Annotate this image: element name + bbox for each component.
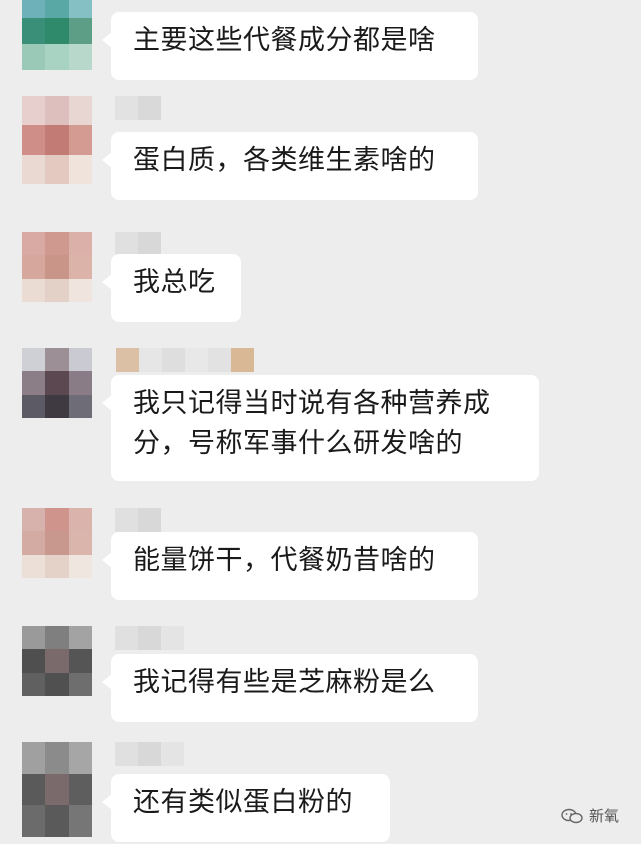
message-text: 我记得有些是芝麻粉是么 (133, 667, 436, 698)
message-bubble[interactable]: 能量饼干，代餐奶昔啥的 (102, 532, 478, 600)
message-bubble[interactable]: 我记得有些是芝麻粉是么 (102, 654, 478, 722)
sender-name (115, 508, 161, 532)
sender-name (115, 232, 161, 256)
message-bubble[interactable]: 主要这些代餐成分都是啥 (102, 12, 478, 80)
message-text: 主要这些代餐成分都是啥 (133, 25, 436, 56)
avatar[interactable] (22, 0, 92, 70)
sender-name (115, 626, 184, 650)
message-text: 我只记得当时说有各种营养成分，号称军事什么研发啥的 (133, 388, 491, 459)
message-text: 我总吃 (133, 267, 216, 298)
sender-name (115, 742, 184, 766)
message-bubble[interactable]: 我只记得当时说有各种营养成分，号称军事什么研发啥的 (102, 375, 539, 481)
sender-name (115, 96, 161, 120)
message-text: 蛋白质，各类维生素啥的 (133, 145, 436, 176)
message-text: 还有类似蛋白粉的 (133, 787, 353, 818)
avatar[interactable] (22, 96, 92, 184)
avatar[interactable] (22, 626, 92, 696)
message-bubble[interactable]: 蛋白质，各类维生素啥的 (102, 132, 478, 200)
watermark-label: 新氧 (588, 807, 619, 825)
avatar[interactable] (22, 348, 92, 418)
message-bubble[interactable]: 我总吃 (102, 254, 241, 322)
wechat-official-account-icon (561, 808, 583, 824)
sender-name (116, 348, 254, 372)
message-bubble[interactable]: 还有类似蛋白粉的 (102, 774, 390, 842)
watermark: 新氧 (561, 805, 619, 826)
message-text: 能量饼干，代餐奶昔啥的 (133, 545, 436, 576)
avatar[interactable] (22, 232, 92, 302)
avatar[interactable] (22, 742, 92, 837)
avatar[interactable] (22, 508, 92, 578)
